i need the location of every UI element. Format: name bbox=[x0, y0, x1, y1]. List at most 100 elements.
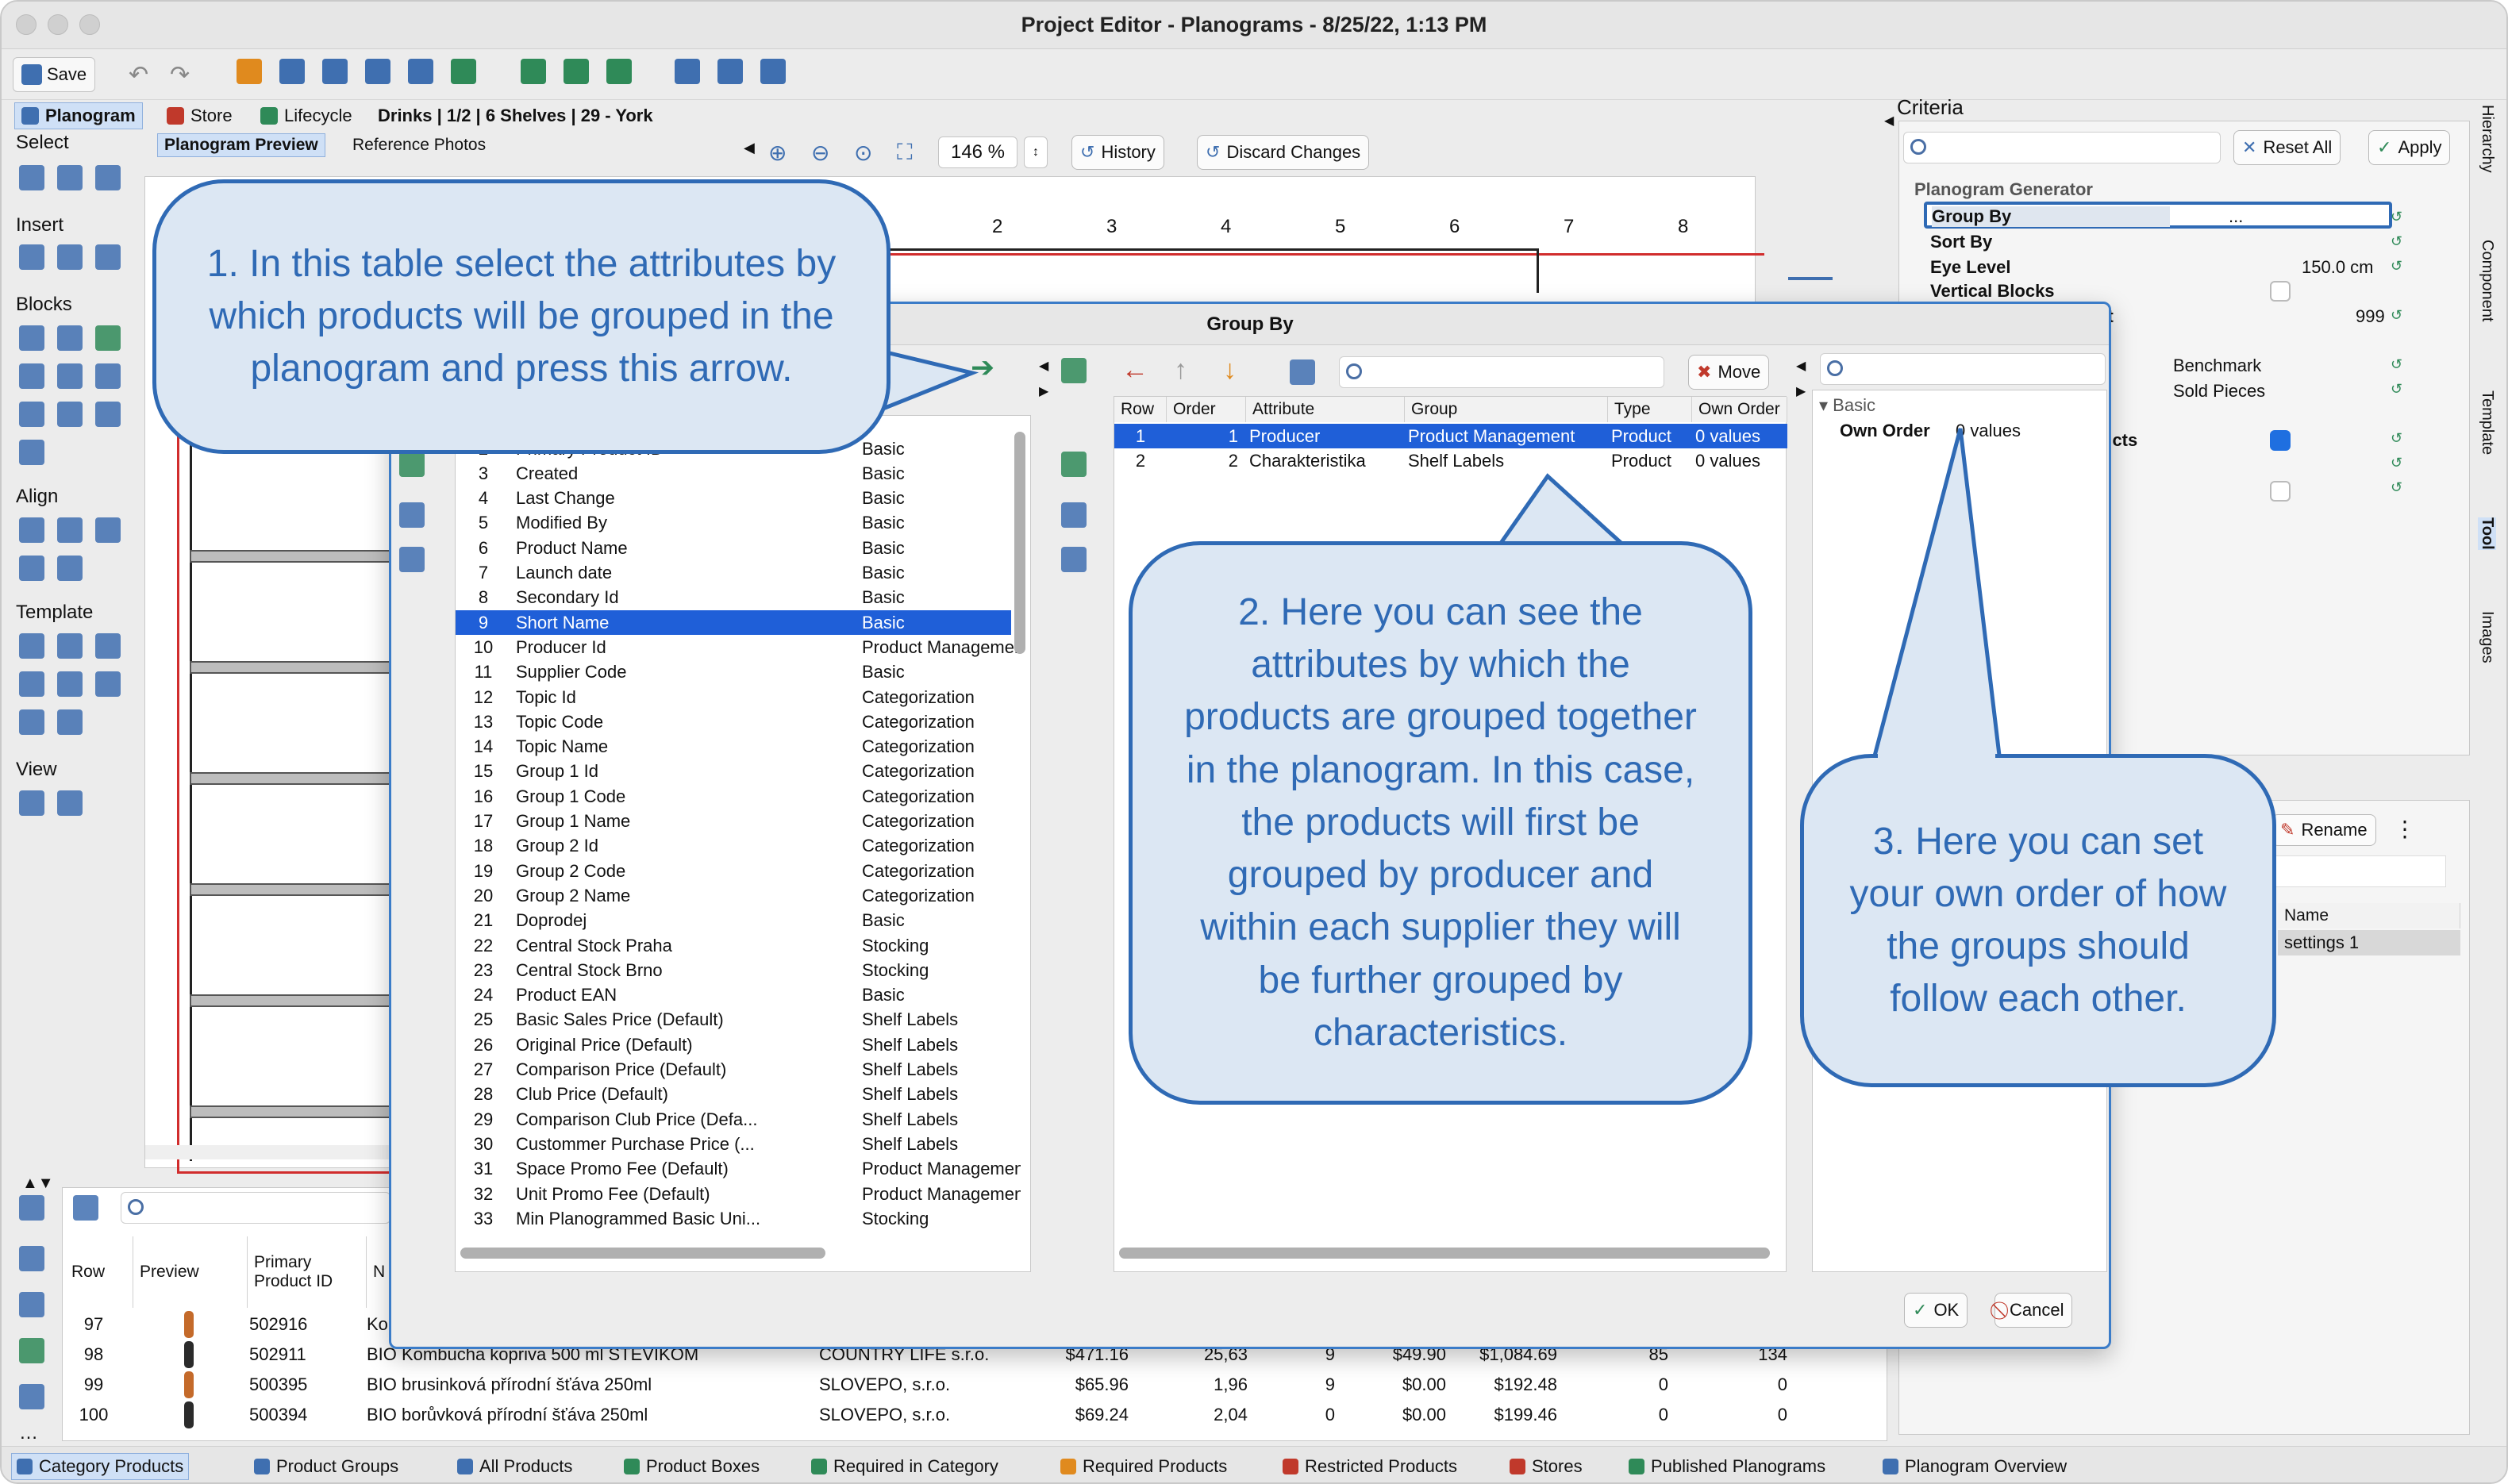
blocks-stack-icon[interactable] bbox=[95, 402, 121, 427]
template-5-icon[interactable] bbox=[57, 671, 83, 697]
attribute-row[interactable]: 3 Created Basic bbox=[456, 461, 1011, 486]
remove-arrow-button[interactable]: ← bbox=[1121, 355, 1148, 386]
attribute-row[interactable]: 22 Central Stock Praha Stocking bbox=[456, 933, 1011, 958]
eye-level-value[interactable]: 150.0 cm bbox=[2302, 257, 2374, 278]
selected-hscroll[interactable] bbox=[1119, 1248, 1770, 1259]
blocks-expand-icon[interactable] bbox=[19, 363, 44, 389]
template-8-icon[interactable] bbox=[57, 709, 83, 735]
panel-split-arrows[interactable]: ▲▼ bbox=[22, 1175, 54, 1193]
attribute-row[interactable]: 14 Topic Name Categorization bbox=[456, 735, 1011, 759]
more-options-icon[interactable]: ⋮ bbox=[2394, 816, 2416, 842]
attribute-header[interactable]: Attribute bbox=[1246, 397, 1405, 422]
attribute-row[interactable]: 11 Supplier Code Basic bbox=[456, 660, 1011, 685]
attribute-row[interactable]: 33 Min Planogrammed Basic Uni... Stocking bbox=[456, 1206, 1011, 1231]
own-order-search-input[interactable] bbox=[1820, 353, 2106, 385]
left-expand-arrow[interactable]: ▶ bbox=[1039, 383, 1048, 399]
order-header[interactable]: Order bbox=[1167, 397, 1246, 422]
attribute-row[interactable]: 23 Central Stock Brno Stocking bbox=[456, 958, 1011, 982]
redo-button[interactable]: ↷ bbox=[170, 57, 190, 92]
row-action-icons[interactable]: ↺ ↺ ↺ ↺ ↺ ↺ ↺ ↺ ↺ bbox=[2391, 205, 2406, 495]
copy-icon[interactable] bbox=[19, 1246, 44, 1271]
attribute-row[interactable]: 6 Product Name Basic bbox=[456, 536, 1011, 560]
product-row[interactable]: 100 500394 BIO borůvková přírodní šťáva 25… bbox=[65, 1400, 1883, 1430]
table-tool-icon[interactable] bbox=[675, 59, 700, 84]
blocks-rotate-icon[interactable] bbox=[57, 363, 83, 389]
row-column-header[interactable]: Row bbox=[65, 1236, 133, 1308]
sort-by-label[interactable]: Sort By bbox=[1930, 232, 1992, 252]
ok-button[interactable]: ✓ OK bbox=[1904, 1293, 1968, 1328]
blocks-group-icon[interactable] bbox=[19, 440, 44, 465]
reset-all-button[interactable]: ✕ Reset All bbox=[2233, 130, 2341, 165]
align-justify-icon[interactable] bbox=[19, 556, 44, 581]
tab-required-in-category[interactable]: Required in Category bbox=[806, 1453, 1003, 1480]
check-list-icon[interactable] bbox=[19, 1195, 44, 1221]
attribute-row[interactable]: 30 Custommer Purchase Price (... Shelf Lab… bbox=[456, 1132, 1011, 1156]
criteria-collapse-arrow[interactable]: ◀ bbox=[1884, 113, 1898, 128]
attribute-row[interactable]: 15 Group 1 Id Categorization bbox=[456, 759, 1011, 784]
blocks-frame-icon[interactable] bbox=[95, 363, 121, 389]
tab-lifecycle[interactable]: Lifecycle bbox=[254, 102, 359, 129]
collapse-left-arrow[interactable]: ◀ bbox=[744, 140, 755, 156]
attribute-list-hscroll[interactable] bbox=[460, 1248, 825, 1259]
side-tab-template[interactable]: Template bbox=[2478, 390, 2496, 455]
blocks-split-icon[interactable] bbox=[57, 325, 83, 351]
align-columns-icon[interactable] bbox=[57, 556, 83, 581]
template-1-icon[interactable] bbox=[19, 633, 44, 659]
export-csv-icon[interactable] bbox=[399, 452, 425, 477]
blocks-grid-icon[interactable] bbox=[19, 325, 44, 351]
product-row[interactable]: 99 500395 BIO brusinková přírodní šťáva 25… bbox=[65, 1370, 1883, 1400]
attribute-row[interactable]: 20 Group 2 Name Categorization bbox=[456, 883, 1011, 908]
pointer-icon[interactable] bbox=[19, 1338, 44, 1363]
split-tool-icon[interactable] bbox=[451, 59, 476, 84]
own-order-value[interactable]: 0 values bbox=[1956, 421, 2021, 441]
help-icon[interactable] bbox=[19, 1292, 44, 1317]
columns-settings-icon[interactable] bbox=[1290, 359, 1315, 385]
template-4-icon[interactable] bbox=[19, 671, 44, 697]
tab-store[interactable]: Store bbox=[160, 102, 239, 129]
selected-attribute-row[interactable]: 1 1 Producer Product Management Product 0 val… bbox=[1114, 424, 1787, 448]
row-header[interactable]: Row bbox=[1114, 397, 1167, 422]
mid-chart-icon[interactable] bbox=[1061, 547, 1087, 572]
template-3-icon[interactable] bbox=[95, 633, 121, 659]
rename-button[interactable]: ✎ Rename bbox=[2271, 814, 2376, 846]
basic-group-header[interactable]: ▾ Basic bbox=[1819, 395, 1875, 416]
zoom-input[interactable]: 146 % bbox=[938, 136, 1017, 168]
settings-name-row[interactable]: settings 1 bbox=[2278, 930, 2460, 955]
move-up-button[interactable]: ↑ bbox=[1174, 355, 1187, 386]
move-button[interactable]: ✖ Move bbox=[1688, 355, 1770, 390]
tab-planogram-overview[interactable]: Planogram Overview bbox=[1878, 1453, 2071, 1480]
option-checkbox[interactable] bbox=[2270, 481, 2291, 502]
primary-id-column-header[interactable]: Primary Product ID bbox=[248, 1236, 367, 1308]
vertical-blocks-checkbox[interactable] bbox=[2270, 281, 2291, 302]
chart-view-icon[interactable] bbox=[399, 547, 425, 572]
compare-tool-icon[interactable] bbox=[564, 59, 589, 84]
view-1-icon[interactable] bbox=[19, 790, 44, 816]
type-header[interactable]: Type bbox=[1608, 397, 1692, 422]
left-collapse-arrow[interactable]: ◀ bbox=[1039, 358, 1048, 374]
align-left-icon[interactable] bbox=[19, 517, 44, 543]
attribute-row[interactable]: 21 Doprodej Basic bbox=[456, 909, 1011, 933]
zoom-out-icon[interactable]: ⊖ bbox=[811, 140, 829, 166]
attribute-row[interactable]: 4 Last Change Basic bbox=[456, 486, 1011, 511]
mid-collapse-arrow[interactable]: ◀ bbox=[1796, 358, 1806, 374]
attribute-row[interactable]: 19 Group 2 Code Categorization bbox=[456, 859, 1011, 883]
zoom-fit-icon[interactable]: ⛶ bbox=[897, 140, 913, 166]
zoom-reset-icon[interactable]: ⊙ bbox=[854, 140, 872, 166]
shelves-tool-icon[interactable] bbox=[279, 59, 305, 84]
mid-table-icon[interactable] bbox=[1061, 502, 1087, 528]
tab-category-products[interactable]: Category Products bbox=[11, 1453, 190, 1480]
criteria-search-input[interactable] bbox=[1903, 132, 2221, 163]
insert-shelf-icon[interactable] bbox=[19, 244, 44, 270]
blocks-move-icon[interactable] bbox=[19, 402, 44, 427]
history-button[interactable]: ↺ History bbox=[1071, 135, 1164, 170]
attribute-row[interactable]: 8 Secondary Id Basic bbox=[456, 586, 1011, 610]
cancel-button[interactable]: ⃠ Cancel bbox=[1994, 1293, 2073, 1328]
side-tab-hierarchy[interactable]: Hierarchy bbox=[2478, 105, 2496, 173]
attribute-row[interactable]: 18 Group 2 Id Categorization bbox=[456, 834, 1011, 859]
tab-planogram-preview[interactable]: Planogram Preview bbox=[157, 133, 325, 157]
attribute-row[interactable]: 10 Producer Id Product Management bbox=[456, 635, 1021, 659]
attribute-row[interactable]: 7 Launch date Basic bbox=[456, 561, 1011, 586]
side-tab-tool[interactable]: Tool bbox=[2478, 517, 2496, 550]
select-grid-icon[interactable] bbox=[57, 165, 83, 190]
group-by-row[interactable]: Group By ... bbox=[1924, 202, 2392, 229]
